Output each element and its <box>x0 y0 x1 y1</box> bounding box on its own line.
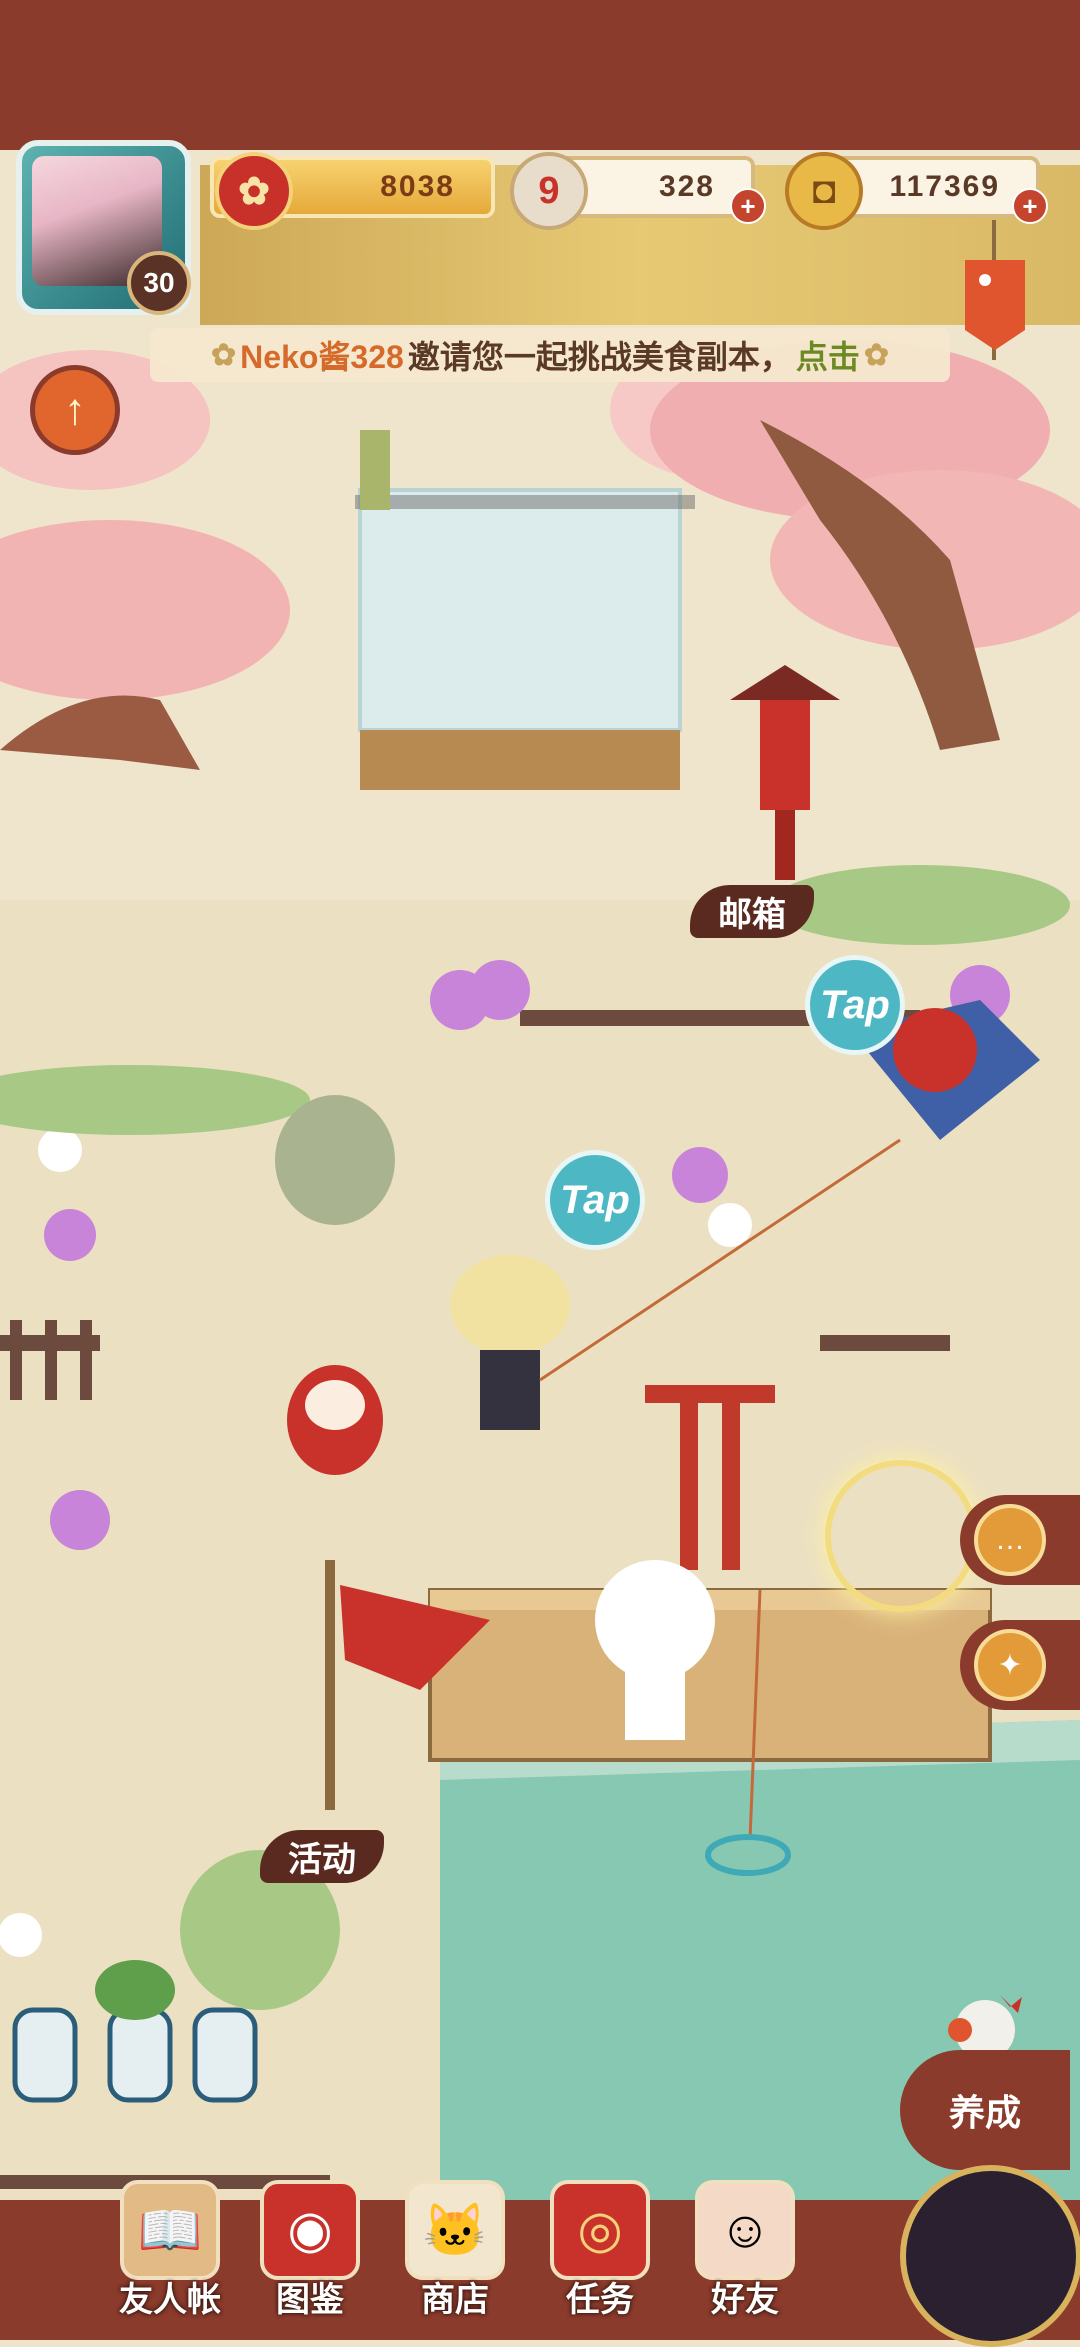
add-coin-button[interactable]: + <box>1012 188 1048 224</box>
eye-scroll-icon: ◉ <box>260 2180 360 2280</box>
player-avatar[interactable]: 30 <box>16 140 191 315</box>
shikigami-portrait-button[interactable] <box>900 2165 1080 2347</box>
invite-action-link[interactable]: 点击 <box>796 332 860 378</box>
level-up-lantern-icon[interactable]: ↑ <box>30 365 120 455</box>
friends-icon: ☺ <box>695 2180 795 2280</box>
nav-friend-book[interactable]: 📖 友人帐 <box>105 2180 235 2340</box>
player-level-badge: 30 <box>127 251 191 315</box>
nav-shop[interactable]: 🐱 商店 <box>390 2180 520 2340</box>
sparkle-target-icon[interactable] <box>825 1460 977 1612</box>
koi-banner-icon[interactable] <box>960 220 1030 360</box>
cultivate-button[interactable]: 养成 <box>900 2050 1070 2170</box>
nine-tails-icon: 9 <box>510 152 588 230</box>
inviter-name: Neko酱328 <box>240 339 404 375</box>
gift-button[interactable]: ✦ <box>960 1620 1080 1710</box>
invite-message: 邀请您一起挑战美食副本， <box>407 339 792 375</box>
task-icon: ◎ <box>550 2180 650 2280</box>
invite-banner[interactable]: ✿ Neko酱328 邀请您一起挑战美食副本， 点击 ✿ <box>150 328 950 382</box>
plum-blossom-icon: ✿ <box>215 152 293 230</box>
mailbox-sign[interactable]: 邮箱 <box>690 885 814 938</box>
gift-icon: ✦ <box>974 1629 1046 1701</box>
book-icon: 📖 <box>120 2180 220 2280</box>
lucky-cat-icon: 🐱 <box>405 2180 505 2280</box>
tap-bubble[interactable]: Tap <box>545 1150 645 1250</box>
blossom-deco-icon: ✿ <box>211 338 237 372</box>
chat-button[interactable]: … <box>960 1495 1080 1585</box>
tap-bubble[interactable]: Tap <box>805 955 905 1055</box>
event-sign[interactable]: 活动 <box>260 1830 384 1883</box>
coin-icon: ◘ <box>785 152 863 230</box>
chat-icon: … <box>974 1504 1046 1576</box>
nav-tasks[interactable]: ◎ 任务 <box>535 2180 665 2340</box>
nav-friends[interactable]: ☺ 好友 <box>680 2180 810 2340</box>
blossom-deco-icon: ✿ <box>863 338 889 372</box>
add-nine-button[interactable]: + <box>730 188 766 224</box>
nav-collection[interactable]: ◉ 图鉴 <box>245 2180 375 2340</box>
